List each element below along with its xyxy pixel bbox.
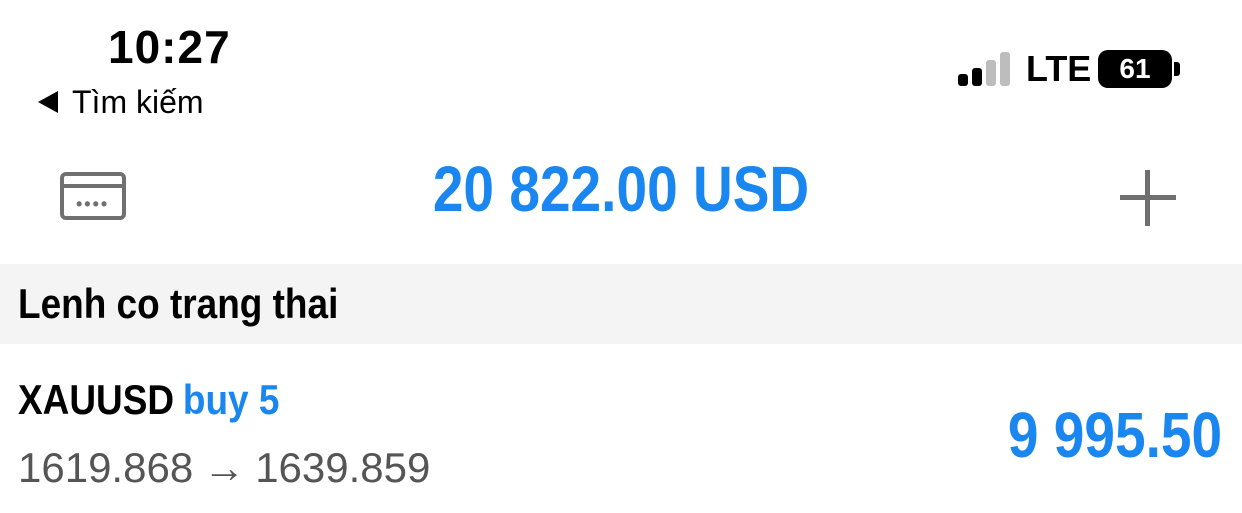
plus-icon[interactable]: [1120, 170, 1176, 226]
order-profit: 9 995.50: [1007, 399, 1222, 471]
back-button[interactable]: Tìm kiếm: [38, 84, 204, 120]
order-side: buy 5: [182, 376, 280, 423]
order-symbol-line: XAUUSD buy 5: [18, 376, 279, 424]
status-time: 10:27: [108, 21, 231, 73]
battery-tip: [1174, 62, 1180, 76]
order-prices: 1619.868 → 1639.859: [18, 444, 430, 492]
back-label: Tìm kiếm: [72, 83, 204, 120]
open-price: 1619.868: [18, 444, 194, 491]
current-price: 1639.859: [255, 444, 431, 491]
signal-strength-icon: [958, 50, 1014, 86]
back-triangle-icon: [38, 91, 58, 113]
order-symbol: XAUUSD: [18, 376, 175, 423]
battery-level: 61: [1119, 53, 1151, 84]
section-title: Lenh co trang thai: [18, 280, 339, 327]
battery-icon: 61: [1098, 50, 1172, 88]
network-type: LTE: [1026, 48, 1092, 89]
arrow-right-icon: →: [203, 444, 246, 491]
section-header: Lenh co trang thai: [0, 264, 1242, 344]
account-balance: 20 822.00 USD: [432, 153, 810, 225]
